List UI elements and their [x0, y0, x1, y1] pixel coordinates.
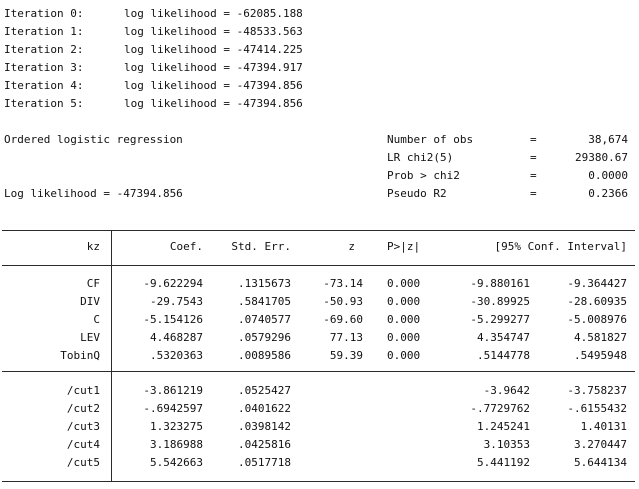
row-p: 0.000 [387, 277, 421, 290]
row-ci-high: -28.60935 [567, 295, 627, 308]
cut-var: /cut3 [66, 420, 100, 433]
table-vertical-rule [111, 230, 112, 482]
table-bottom-rule [2, 481, 635, 482]
iteration-label: Iteration 2: [4, 43, 84, 56]
cut-se: .0398142 [238, 420, 291, 433]
iteration-label: Iteration 3: [4, 61, 84, 74]
cut-ci-low: -3.9642 [483, 384, 530, 397]
stat-equals: = [530, 133, 537, 146]
row-coef: 4.468287 [150, 331, 203, 344]
cut-ci-high: 1.40131 [580, 420, 627, 433]
header-z: z [348, 240, 355, 253]
iteration-text: log likelihood = -47394.856 [124, 97, 303, 110]
row-z: -73.14 [323, 277, 363, 290]
row-se: .0740577 [238, 313, 291, 326]
cut-var: /cut2 [66, 402, 100, 415]
row-se: .1315673 [238, 277, 291, 290]
stat-value: 29380.67 [575, 151, 628, 164]
iteration-text: log likelihood = -47414.225 [124, 43, 303, 56]
row-var: C [93, 313, 100, 326]
stata-output: Iteration 0: log likelihood = -62085.188… [0, 0, 639, 489]
header-rule [2, 265, 635, 266]
row-coef: .5320363 [150, 349, 203, 362]
row-se: .5841705 [238, 295, 291, 308]
iteration-text: log likelihood = -48533.563 [124, 25, 303, 38]
row-p: 0.000 [387, 295, 421, 308]
iteration-label: Iteration 4: [4, 79, 84, 92]
cut-var: /cut1 [66, 384, 100, 397]
header-coef: Coef. [169, 240, 203, 253]
row-var: CF [86, 277, 100, 290]
stat-label: Number of obs [387, 133, 474, 146]
header-ci: [95% Conf. Interval] [494, 240, 627, 253]
cut-ci-high: 5.644134 [574, 456, 627, 469]
iteration-text: log likelihood = -47394.856 [124, 79, 303, 92]
cut-coef: -3.861219 [143, 384, 203, 397]
row-z: -50.93 [323, 295, 363, 308]
row-coef: -9.622294 [143, 277, 203, 290]
row-z: -69.60 [323, 313, 363, 326]
cut-se: .0517718 [238, 456, 291, 469]
iteration-text: log likelihood = -62085.188 [124, 7, 303, 20]
cut-ci-high: 3.270447 [574, 438, 627, 451]
cut-var: /cut5 [66, 456, 100, 469]
stat-label: Prob > chi2 [387, 169, 460, 182]
stat-value: 38,674 [588, 133, 628, 146]
stat-value: 0.2366 [588, 187, 628, 200]
row-ci-high: -5.008976 [567, 313, 627, 326]
row-ci-high: .5495948 [574, 349, 627, 362]
row-ci-low: .5144778 [477, 349, 530, 362]
row-se: .0089586 [238, 349, 291, 362]
cut-se: .0425816 [238, 438, 291, 451]
cut-coef: 3.186988 [150, 438, 203, 451]
cut-ci-low: -.7729762 [470, 402, 530, 415]
table-top-rule [2, 230, 635, 231]
stat-label: LR chi2(5) [387, 151, 454, 164]
header-var: kz [86, 240, 100, 253]
row-ci-high: -9.364427 [567, 277, 627, 290]
row-var: TobinQ [60, 349, 100, 362]
cut-coef: -.6942597 [143, 402, 203, 415]
row-coef: -5.154126 [143, 313, 203, 326]
row-var: LEV [80, 331, 100, 344]
row-ci-high: 4.581827 [574, 331, 627, 344]
cut-ci-low: 1.245241 [477, 420, 530, 433]
row-p: 0.000 [387, 349, 421, 362]
stat-equals: = [530, 169, 537, 182]
cut-ci-high: -.6155432 [567, 402, 627, 415]
cut-separator-rule [2, 371, 635, 372]
row-ci-low: -5.299277 [470, 313, 530, 326]
header-std-err: Std. Err. [231, 240, 291, 253]
cut-ci-low: 3.10353 [483, 438, 530, 451]
cut-var: /cut4 [66, 438, 100, 451]
stat-equals: = [530, 187, 537, 200]
row-ci-low: -30.89925 [470, 295, 530, 308]
header-p: P>|z| [387, 240, 421, 253]
cut-coef: 5.542663 [150, 456, 203, 469]
cut-se: .0525427 [238, 384, 291, 397]
iteration-label: Iteration 5: [4, 97, 84, 110]
row-p: 0.000 [387, 313, 421, 326]
cut-se: .0401622 [238, 402, 291, 415]
model-title: Ordered logistic regression [4, 133, 183, 146]
row-p: 0.000 [387, 331, 421, 344]
row-coef: -29.7543 [150, 295, 203, 308]
stat-label: Pseudo R2 [387, 187, 447, 200]
row-var: DIV [80, 295, 100, 308]
cut-ci-low: 5.441192 [477, 456, 530, 469]
row-z: 77.13 [329, 331, 363, 344]
row-ci-low: 4.354747 [477, 331, 530, 344]
cut-ci-high: -3.758237 [567, 384, 627, 397]
stat-equals: = [530, 151, 537, 164]
stat-value: 0.0000 [588, 169, 628, 182]
row-ci-low: -9.880161 [470, 277, 530, 290]
iteration-text: log likelihood = -47394.917 [124, 61, 303, 74]
row-se: .0579296 [238, 331, 291, 344]
iteration-label: Iteration 0: [4, 7, 84, 20]
log-likelihood: Log likelihood = -47394.856 [4, 187, 183, 200]
cut-coef: 1.323275 [150, 420, 203, 433]
iteration-label: Iteration 1: [4, 25, 84, 38]
row-z: 59.39 [329, 349, 363, 362]
